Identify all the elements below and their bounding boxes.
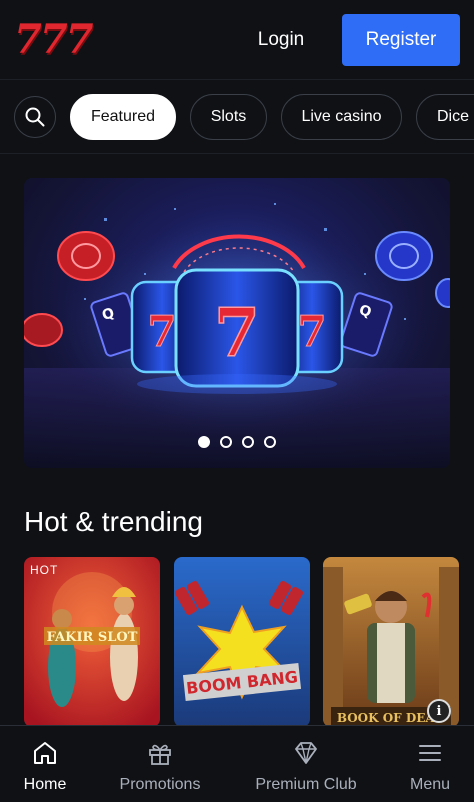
category-pill-slots[interactable]: Slots bbox=[190, 94, 267, 140]
promo-banner[interactable]: Q Q 7 7 7 bbox=[24, 178, 450, 468]
nav-premium-club-label: Premium Club bbox=[255, 776, 357, 793]
game-card-fakir-slot[interactable]: FAKIR SLOT HOT bbox=[24, 557, 160, 727]
bottom-navigation: Home Promotions Premium Club Menu bbox=[0, 725, 474, 802]
nav-promotions-label: Promotions bbox=[119, 776, 201, 793]
carousel-dots bbox=[24, 436, 450, 448]
slot-machine-illustration: Q Q 7 7 7 bbox=[24, 203, 450, 468]
nav-menu[interactable]: Menu bbox=[398, 726, 462, 802]
section-title-hot-trending: Hot & trending bbox=[24, 506, 203, 537]
carousel-dot[interactable] bbox=[242, 436, 254, 448]
register-button[interactable]: Register bbox=[342, 14, 460, 66]
home-icon bbox=[34, 742, 56, 764]
game-thumbnail: BOOM BANG bbox=[174, 557, 310, 727]
login-button[interactable]: Login bbox=[238, 14, 324, 66]
game-card-boom-bang[interactable]: BOOM BANG bbox=[174, 557, 310, 727]
game-title-art: FAKIR SLOT bbox=[47, 630, 138, 645]
nav-premium-club[interactable]: Premium Club bbox=[244, 726, 368, 802]
search-button[interactable] bbox=[14, 96, 56, 138]
nav-home-label: Home bbox=[23, 776, 67, 793]
info-icon[interactable]: i bbox=[427, 699, 451, 723]
category-bar: Featured Slots Live casino Dice bbox=[0, 80, 474, 154]
carousel-dot[interactable] bbox=[264, 436, 276, 448]
category-pill-live-casino[interactable]: Live casino bbox=[281, 94, 402, 140]
carousel-dot[interactable] bbox=[220, 436, 232, 448]
game-card-book-of-dead[interactable]: BOOK OF DEAD i bbox=[323, 557, 459, 727]
nav-promotions[interactable]: Promotions bbox=[106, 726, 214, 802]
search-icon bbox=[25, 107, 45, 127]
category-pill-featured[interactable]: Featured bbox=[70, 94, 176, 140]
nav-home[interactable]: Home bbox=[8, 726, 82, 802]
diamond-icon bbox=[295, 742, 317, 764]
logo[interactable]: 777 bbox=[14, 16, 93, 63]
carousel-dot[interactable] bbox=[198, 436, 210, 448]
category-pill-dice[interactable]: Dice bbox=[416, 94, 474, 140]
svg-text:7: 7 bbox=[214, 294, 260, 372]
menu-icon bbox=[419, 745, 441, 761]
nav-menu-label: Menu bbox=[409, 776, 451, 793]
gift-icon bbox=[149, 744, 171, 765]
game-thumbnail: FAKIR SLOT bbox=[24, 557, 160, 727]
svg-text:7: 7 bbox=[297, 307, 326, 356]
top-header: 777 Login Register bbox=[0, 0, 474, 80]
svg-text:7: 7 bbox=[147, 307, 176, 356]
hot-badge: HOT bbox=[30, 563, 59, 577]
